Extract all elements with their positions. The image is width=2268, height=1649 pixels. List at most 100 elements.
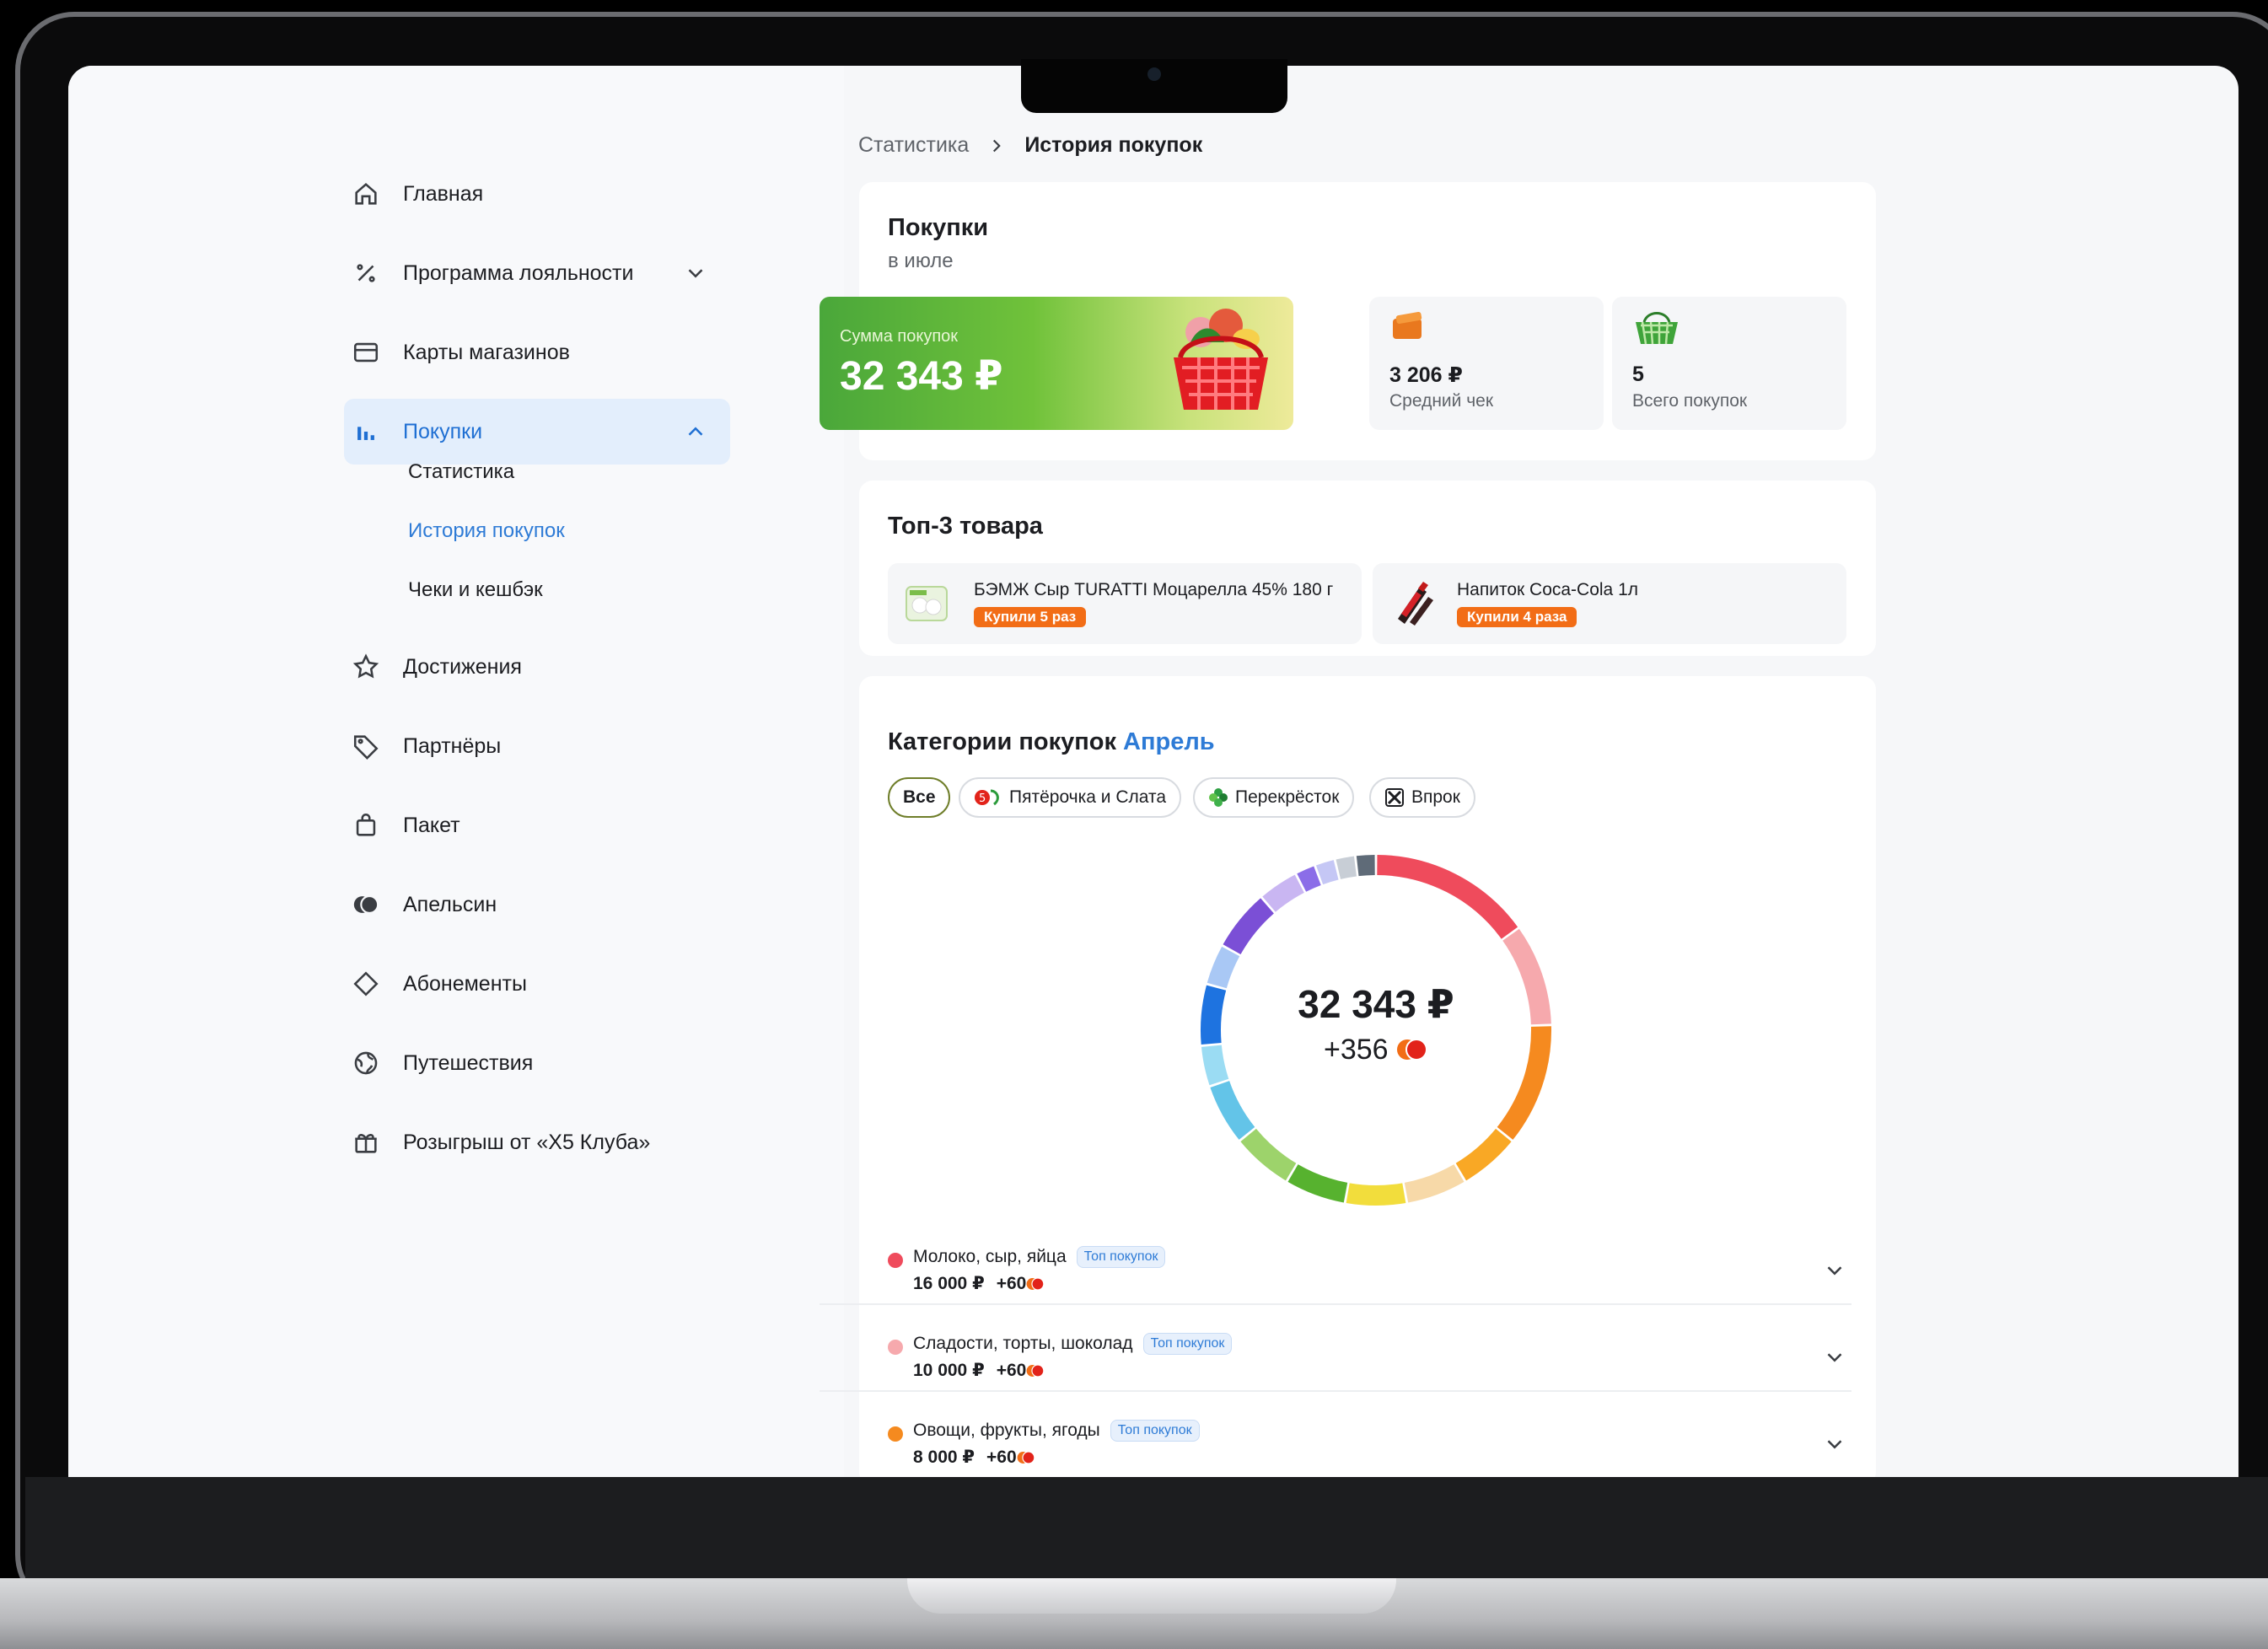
donut-segment [1356, 855, 1375, 877]
gift-icon [349, 1125, 383, 1159]
orange-coin-icon [1017, 1450, 1035, 1464]
filter-label: Пятёрочка и Слата [1009, 787, 1167, 807]
chevron-right-icon [993, 139, 1002, 152]
svg-text:5: 5 [979, 792, 986, 805]
sidebar-item-label: Апельсин [403, 892, 497, 916]
sidebar-item-raffle[interactable]: Розыгрыш от «Х5 Клуба» [344, 1109, 730, 1175]
breadcrumb-current: История покупок [1024, 133, 1203, 157]
sidebar-item-achievements[interactable]: Достижения [344, 634, 730, 700]
vprok-logo-icon [1385, 788, 1404, 807]
average-check-value: 3 206 ₽ [1389, 363, 1463, 387]
sidebar-item-label: Программа лояльности [403, 261, 634, 285]
breadcrumb: Статистика История покупок [858, 133, 1202, 158]
donut-segment [1455, 1128, 1512, 1181]
donut-segment [1377, 855, 1518, 939]
purchase-count-value: 5 [1632, 363, 1644, 386]
top3-title: Топ-3 товара [888, 513, 1043, 540]
category-row[interactable]: Сладости, торты, шоколад Топ покупок 10 0… [888, 1324, 1847, 1409]
sidebar-item-travel[interactable]: Путешествия [344, 1030, 730, 1096]
camera-notch [1021, 59, 1287, 113]
divider [820, 1390, 1851, 1392]
globe-icon [349, 1046, 383, 1080]
chevron-down-icon[interactable] [1822, 1258, 1847, 1283]
categories-title: Категории покупок Апрель [888, 728, 1215, 756]
sidebar-subitem-statistics[interactable]: Статистика [408, 460, 514, 484]
category-row[interactable]: Овощи, фрукты, ягоды Топ покупок 8 000 ₽ +… [888, 1411, 1847, 1477]
chevron-down-icon[interactable] [1822, 1345, 1847, 1370]
filter-label: Все [903, 787, 936, 807]
tag-icon [349, 729, 383, 763]
average-check-tile: 3 206 ₽ Средний чек [1369, 297, 1604, 430]
sidebar: Главная Программа лояльности Карты магаз… [68, 66, 844, 1477]
sidebar-subitem-history[interactable]: История покупок [408, 519, 565, 543]
sidebar-item-label: Абонементы [403, 971, 527, 996]
top-purchase-tag: Топ покупок [1076, 1246, 1166, 1268]
donut-segment [1223, 898, 1275, 955]
chevron-down-icon[interactable] [683, 261, 708, 286]
percent-icon [349, 256, 383, 290]
top-product-name: БЭМЖ Сыр TURATTI Моцарелла 45% 180 г [974, 580, 1334, 599]
donut-segment [1315, 860, 1339, 885]
top-product-badge: Купили 5 раз [974, 607, 1087, 627]
donut-bonus-value: +356 [1323, 1034, 1389, 1066]
category-row[interactable]: Молоко, сыр, яйца Топ покупок 16 000 ₽ +60 [888, 1238, 1847, 1322]
donut-segment [1404, 1163, 1465, 1203]
card-icon [349, 336, 383, 369]
donut-bonus: +356 [1207, 1034, 1545, 1066]
sidebar-item-bag[interactable]: Пакет [344, 792, 730, 858]
bar-chart-icon [349, 415, 383, 449]
filter-perekrestok[interactable]: Перекрёсток [1193, 777, 1355, 818]
donut-segment [1210, 1080, 1255, 1140]
sidebar-item-purchases[interactable]: Покупки [344, 399, 730, 465]
top-product-1[interactable]: БЭМЖ Сыр TURATTI Моцарелла 45% 180 г Куп… [888, 563, 1362, 644]
top-purchase-tag: Топ покупок [1110, 1420, 1200, 1442]
sidebar-item-label: Партнёры [403, 733, 502, 758]
chevron-up-icon[interactable] [683, 419, 708, 444]
diamond-icon [349, 967, 383, 1001]
top-product-2[interactable]: Напиток Coca-Cola 1л Купили 4 раза [1373, 563, 1846, 644]
category-name: Овощи, фрукты, ягоды [913, 1421, 1100, 1440]
category-name: Молоко, сыр, яйца [913, 1247, 1067, 1266]
sidebar-item-store-cards[interactable]: Карты магазинов [344, 320, 730, 385]
sum-value: 32 343 ₽ [840, 354, 1003, 399]
wallet-icon [1393, 311, 1422, 339]
filter-pyaterochka[interactable]: 5 Пятёрочка и Слата [959, 777, 1182, 818]
sidebar-item-subscriptions[interactable]: Абонементы [344, 951, 730, 1017]
donut-segment [1297, 866, 1321, 892]
orange-coin-icon [1026, 1276, 1045, 1291]
sidebar-item-partners[interactable]: Партнёры [344, 713, 730, 779]
filter-label: Перекрёсток [1235, 787, 1340, 807]
category-color-dot [888, 1340, 903, 1355]
pyaterochka-logo-icon: 5 [975, 789, 999, 806]
categories-month-link[interactable]: Апрель [1123, 728, 1215, 755]
filter-label: Впрок [1411, 787, 1460, 807]
filter-vprok[interactable]: Впрок [1369, 777, 1475, 818]
app-screen: Главная Программа лояльности Карты магаз… [68, 66, 2238, 1477]
bag-icon [349, 808, 383, 842]
breadcrumb-parent[interactable]: Статистика [858, 133, 969, 158]
filter-all[interactable]: Все [888, 777, 950, 818]
purchases-sum-tile: Сумма покупок 32 343 ₽ [820, 297, 1293, 430]
grocery-basket-icon [1174, 309, 1268, 410]
chevron-down-icon[interactable] [1822, 1431, 1847, 1457]
sidebar-item-label: Главная [403, 181, 484, 206]
sidebar-subitem-receipts[interactable]: Чеки и кешбэк [408, 578, 543, 602]
donut-segment [1346, 1183, 1406, 1206]
sidebar-item-loyalty[interactable]: Программа лояльности [344, 240, 730, 306]
perekrestok-logo-icon [1209, 788, 1228, 807]
average-check-label: Средний чек [1389, 391, 1494, 411]
orange-coin-icon [1026, 1363, 1045, 1378]
category-bonus: +60 [997, 1361, 1045, 1381]
sidebar-item-home[interactable]: Главная [344, 161, 730, 227]
sidebar-item-label: Пакет [403, 813, 460, 837]
divider [820, 1303, 1851, 1305]
category-bonus-value: +60 [986, 1447, 1017, 1467]
orange-coin-icon [1397, 1039, 1428, 1061]
laptop-bezel [25, 1477, 2268, 1578]
home-icon [349, 177, 383, 211]
category-bonus: +60 [986, 1448, 1035, 1468]
purchases-period: в июле [888, 250, 954, 272]
basket-icon [1636, 312, 1678, 345]
cheese-package-icon [906, 586, 948, 621]
sidebar-item-orange[interactable]: Апельсин [344, 872, 730, 937]
